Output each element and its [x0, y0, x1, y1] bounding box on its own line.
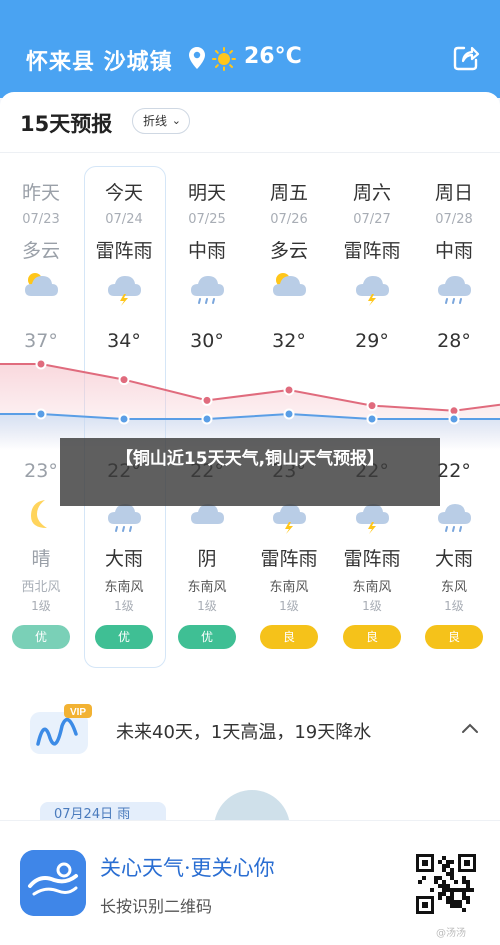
day-weather-icon	[352, 266, 392, 306]
wind-level: 1级	[31, 599, 51, 613]
wind-direction: 东南风	[352, 580, 392, 595]
chevron-up-icon[interactable]	[460, 718, 480, 738]
promo-title: 关心天气·更关心你	[100, 856, 275, 880]
aqi-badge: 优	[178, 625, 236, 649]
rain-icon	[438, 276, 471, 304]
day-date: 07/23	[22, 212, 60, 227]
wind-level: 1级	[279, 599, 299, 613]
high-temp: 30°	[190, 330, 224, 352]
day-condition: 多云	[269, 240, 308, 262]
day-date: 07/25	[188, 212, 226, 227]
chevron-down-icon: ⌄	[171, 114, 181, 127]
day-name: 明天	[187, 182, 226, 204]
wind-level: 1级	[444, 599, 464, 613]
day-weather-icon	[269, 266, 309, 306]
vip-badge: VIP	[70, 707, 86, 718]
high-temp: 28°	[437, 330, 471, 352]
day-condition: 雷阵雨	[343, 240, 401, 262]
day-date: 07/24	[105, 212, 143, 227]
low-temp-point	[118, 413, 130, 425]
wind-direction: 西北风	[21, 580, 61, 595]
day-weather-icon	[104, 266, 144, 306]
night-weather-icon	[434, 494, 474, 534]
day-weather-icon	[187, 266, 227, 306]
day-name: 周五	[269, 182, 308, 204]
moon-icon	[31, 500, 47, 528]
day-condition: 雷阵雨	[95, 240, 153, 262]
view-toggle-label: 折线	[143, 114, 168, 128]
location-name[interactable]: 怀来县 沙城镇	[26, 44, 173, 76]
forecast-title: 15天预报	[20, 112, 113, 136]
article-title-overlay: 【铜山近15天天气,铜山天气预报】	[60, 438, 440, 506]
wind-level: 1级	[197, 599, 217, 613]
partly-cloudy-icon	[25, 273, 58, 296]
wind-level: 1级	[362, 599, 382, 613]
night-condition: 大雨	[104, 548, 143, 570]
location-pin-icon	[189, 47, 205, 69]
aqi-badge: 良	[343, 625, 401, 649]
day-weather-icon	[21, 266, 61, 306]
wind-direction: 东南风	[104, 580, 144, 595]
night-condition: 雷阵雨	[343, 548, 401, 570]
watermark: @汤汤	[436, 928, 466, 939]
night-condition: 雷阵雨	[260, 548, 318, 570]
partly-cloudy-icon	[273, 273, 306, 296]
day-name: 今天	[104, 182, 143, 204]
promo-subtitle: 长按识别二维码	[100, 897, 213, 916]
day-condition: 中雨	[187, 240, 226, 262]
qr-code[interactable]	[414, 852, 478, 916]
wind-direction: 东南风	[187, 580, 227, 595]
aqi-badge: 良	[260, 625, 318, 649]
current-temperature: 26°C	[244, 44, 302, 69]
share-edit-icon[interactable]	[452, 44, 480, 72]
high-temp: 34°	[107, 330, 141, 352]
high-temp-point	[118, 374, 130, 386]
thunder-icon	[356, 276, 389, 306]
rain-icon	[191, 276, 224, 304]
aqi-badge: 优	[95, 625, 153, 649]
night-weather-icon	[21, 494, 61, 534]
high-temp-point	[35, 358, 47, 370]
day-name: 周日	[434, 182, 473, 204]
low-temp-point	[366, 413, 378, 425]
low-temp-point	[35, 408, 47, 420]
high-temp-point	[283, 384, 295, 396]
thunder-icon	[108, 276, 141, 306]
trend-chart-icon: VIP	[30, 704, 92, 754]
day-name: 周六	[352, 182, 391, 204]
low-temp-point	[283, 408, 295, 420]
low-temp-point	[201, 413, 213, 425]
divider	[0, 152, 500, 153]
day-weather-icon	[434, 266, 474, 306]
aqi-badge: 良	[425, 625, 483, 649]
temperature-chart	[0, 358, 500, 450]
app-logo-icon	[20, 850, 86, 916]
day-name: 昨天	[21, 182, 60, 204]
high-temp-point	[366, 400, 378, 412]
wind-direction: 东风	[440, 580, 467, 595]
day-date: 07/28	[435, 212, 473, 227]
wind-direction: 东南风	[269, 580, 309, 595]
low-temp-point	[448, 413, 460, 425]
night-condition: 大雨	[434, 548, 473, 570]
day-date: 07/27	[353, 212, 391, 227]
high-temp: 29°	[355, 330, 389, 352]
view-toggle-dropdown[interactable]: 折线 ⌄	[132, 108, 190, 134]
high-temp: 32°	[272, 330, 306, 352]
rain-icon	[438, 504, 471, 532]
day-date: 07/26	[270, 212, 308, 227]
high-temp-point	[201, 394, 213, 406]
summary-text: 未来40天，1天高温，19天降水	[116, 722, 372, 743]
wind-level: 1级	[114, 599, 134, 613]
night-condition: 晴	[31, 548, 51, 570]
sun-icon	[212, 47, 236, 71]
high-temp: 37°	[24, 330, 58, 352]
aqi-badge: 优	[12, 625, 70, 649]
day-condition: 中雨	[434, 240, 473, 262]
day-condition: 多云	[21, 240, 60, 262]
night-condition: 阴	[197, 548, 217, 570]
